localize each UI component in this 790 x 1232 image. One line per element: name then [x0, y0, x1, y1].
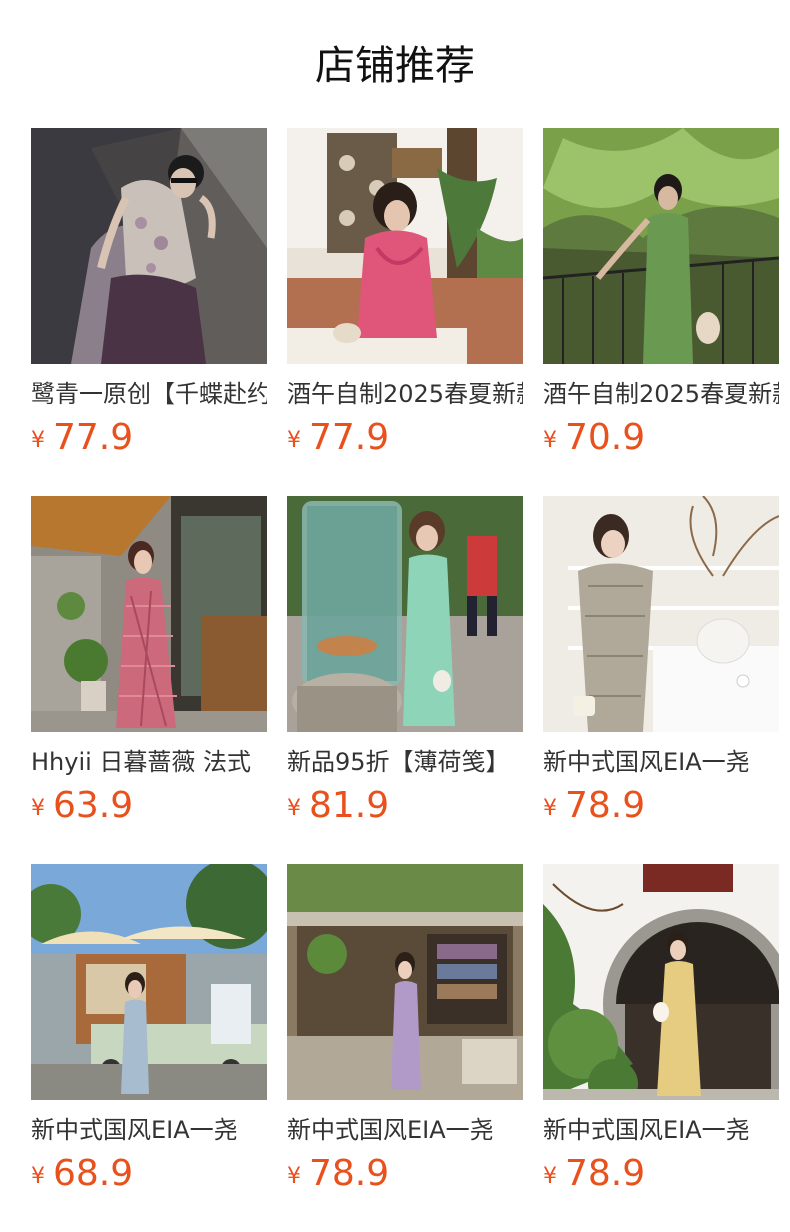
product-card[interactable]: Hhyii 日暮蔷薇 法式 ¥63.9: [31, 496, 267, 864]
price-amount: 77.9: [53, 417, 134, 458]
product-card[interactable]: 新品95折【薄荷笺】 ¥81.9: [287, 496, 523, 864]
product-price: ¥78.9: [543, 786, 645, 826]
product-card[interactable]: 新中式国风EIA一尧 ¥78.9: [287, 864, 523, 1232]
currency-symbol: ¥: [543, 428, 557, 453]
currency-symbol: ¥: [31, 1164, 45, 1189]
product-image[interactable]: [287, 496, 523, 732]
product-image[interactable]: [543, 128, 779, 364]
product-name: 鹭青一原创【千蝶赴约】: [31, 380, 267, 408]
currency-symbol: ¥: [287, 796, 301, 821]
price-amount: 68.9: [53, 1153, 134, 1194]
product-price: ¥70.9: [543, 418, 645, 458]
product-card[interactable]: 酒午自制2025春夏新款 ¥77.9: [287, 128, 523, 496]
product-name: 新中式国风EIA一尧: [287, 1116, 494, 1144]
product-image[interactable]: [31, 496, 267, 732]
price-amount: 70.9: [565, 417, 646, 458]
product-card[interactable]: 新中式国风EIA一尧 ¥78.9: [543, 496, 779, 864]
product-price: ¥77.9: [31, 418, 133, 458]
price-amount: 78.9: [565, 1153, 646, 1194]
price-amount: 63.9: [53, 785, 134, 826]
price-amount: 78.9: [565, 785, 646, 826]
currency-symbol: ¥: [543, 1164, 557, 1189]
product-price: ¥63.9: [31, 786, 133, 826]
product-price: ¥78.9: [543, 1154, 645, 1194]
product-name: Hhyii 日暮蔷薇 法式: [31, 748, 252, 776]
product-image[interactable]: [287, 864, 523, 1100]
price-amount: 78.9: [309, 1153, 390, 1194]
currency-symbol: ¥: [287, 1164, 301, 1189]
product-name: 新中式国风EIA一尧: [543, 1116, 750, 1144]
product-image[interactable]: [31, 128, 267, 364]
product-card[interactable]: 新中式国风EIA一尧 ¥78.9: [543, 864, 779, 1232]
product-card[interactable]: 新中式国风EIA一尧 ¥68.9: [31, 864, 267, 1232]
product-card[interactable]: 酒午自制2025春夏新款 ¥70.9: [543, 128, 779, 496]
currency-symbol: ¥: [543, 796, 557, 821]
product-name: 新中式国风EIA一尧: [543, 748, 750, 776]
product-name: 新品95折【薄荷笺】: [287, 748, 510, 776]
product-grid: 鹭青一原创【千蝶赴约】 ¥77.9: [31, 128, 779, 1232]
product-price: ¥68.9: [31, 1154, 133, 1194]
currency-symbol: ¥: [31, 796, 45, 821]
product-price: ¥78.9: [287, 1154, 389, 1194]
product-name: 新中式国风EIA一尧: [31, 1116, 238, 1144]
page-title: 店铺推荐: [315, 43, 475, 89]
price-amount: 81.9: [309, 785, 390, 826]
product-price: ¥81.9: [287, 786, 389, 826]
currency-symbol: ¥: [287, 428, 301, 453]
price-amount: 77.9: [309, 417, 390, 458]
product-image[interactable]: [543, 496, 779, 732]
currency-symbol: ¥: [31, 428, 45, 453]
product-image[interactable]: [543, 864, 779, 1100]
product-image[interactable]: [31, 864, 267, 1100]
product-image[interactable]: [287, 128, 523, 364]
product-price: ¥77.9: [287, 418, 389, 458]
product-name: 酒午自制2025春夏新款: [543, 380, 779, 408]
product-name: 酒午自制2025春夏新款: [287, 380, 523, 408]
product-card[interactable]: 鹭青一原创【千蝶赴约】 ¥77.9: [31, 128, 267, 496]
